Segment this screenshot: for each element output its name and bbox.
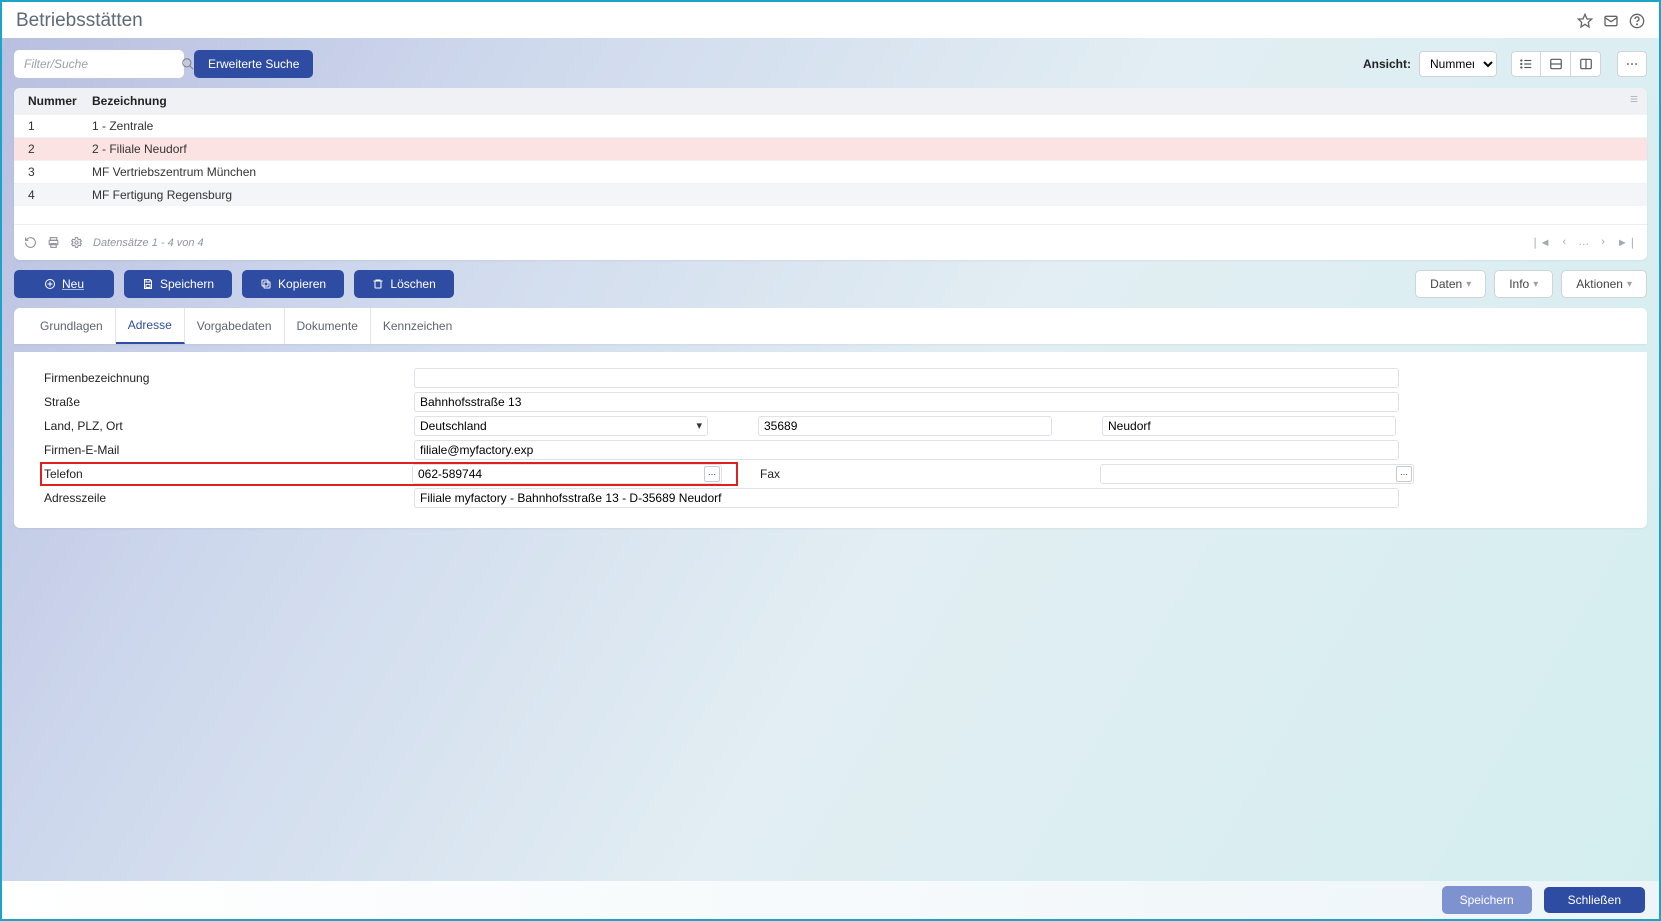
tab-adresse[interactable]: Adresse [116,308,185,344]
more-icon[interactable] [1617,51,1647,77]
label-phone: Telefon [44,467,412,481]
list-bullets-icon[interactable] [1511,51,1541,77]
label-addressline: Adresszeile [44,491,414,505]
chevron-down-icon: ▾ [1627,279,1632,290]
tab-vorgabedaten[interactable]: Vorgabedaten [185,308,285,344]
tab-kennzeichen[interactable]: Kennzeichen [371,308,464,344]
page-first-icon[interactable]: ❘◄ [1530,236,1550,249]
tab-grundlagen[interactable]: Grundlagen [28,308,116,344]
grid-header: Nummer Bezeichnung [14,88,1647,114]
col-header-number[interactable]: Nummer [14,94,92,108]
addressline-field[interactable] [414,488,1399,508]
table-row[interactable]: 1 1 - Zentrale [14,114,1647,137]
extended-search-button[interactable]: Erweiterte Suche [194,50,313,78]
page-next-icon[interactable]: › [1601,236,1605,249]
gear-icon[interactable] [70,236,83,249]
copy-icon [260,278,272,290]
highlight-telefon: Telefon ⋯ [40,462,738,486]
label-street: Straße [44,395,414,409]
city-field[interactable] [1102,416,1396,436]
page-title: Betriebsstätten [16,10,143,32]
view-label: Ansicht: [1363,57,1411,71]
company-field[interactable] [414,368,1399,388]
col-header-bezeichnung[interactable]: Bezeichnung [92,94,1647,108]
search-icon[interactable] [181,57,195,71]
split-horizontal-icon[interactable] [1541,51,1571,77]
label-company: Firmenbezeichnung [44,371,414,385]
country-field[interactable] [414,416,708,436]
footer-save-button[interactable]: Speichern [1442,886,1532,914]
delete-button[interactable]: Löschen [354,270,454,298]
plus-icon [44,278,56,290]
copy-button[interactable]: Kopieren [242,270,344,298]
page-last-icon[interactable]: ►❘ [1617,236,1637,249]
info-dropdown[interactable]: Info▾ [1494,270,1553,298]
trash-icon [372,278,384,290]
search-box[interactable] [14,50,184,78]
table-row[interactable]: 2 2 - Filiale Neudorf [14,137,1647,160]
page-ellipsis-icon[interactable]: … [1578,236,1589,249]
fax-lookup-icon[interactable]: ⋯ [1396,466,1412,482]
label-email: Firmen-E-Mail [44,443,414,457]
new-button[interactable]: Neu [14,270,114,298]
zip-field[interactable] [758,416,1052,436]
phone-lookup-icon[interactable]: ⋯ [704,466,720,482]
record-count: Datensätze 1 - 4 von 4 [93,237,204,249]
email-field[interactable] [414,440,1399,460]
grid-menu-icon[interactable] [1629,92,1639,106]
view-select[interactable]: Nummer [1419,51,1497,77]
street-field[interactable] [414,392,1399,412]
chevron-down-icon: ▾ [1533,279,1538,290]
data-dropdown[interactable]: Daten▾ [1415,270,1486,298]
tab-dokumente[interactable]: Dokumente [285,308,371,344]
refresh-icon[interactable] [24,236,37,249]
print-icon[interactable] [47,236,60,249]
actions-dropdown[interactable]: Aktionen▾ [1561,270,1647,298]
table-row[interactable]: 4 MF Fertigung Regensburg [14,183,1647,206]
save-button[interactable]: Speichern [124,270,232,298]
footer-close-button[interactable]: Schließen [1544,887,1645,913]
help-icon[interactable] [1629,13,1645,29]
split-vertical-icon[interactable] [1571,51,1601,77]
page-prev-icon[interactable]: ‹ [1563,236,1567,249]
star-icon[interactable] [1577,13,1593,29]
label-country-zip-city: Land, PLZ, Ort [44,419,414,433]
search-input[interactable] [22,56,181,72]
fax-field[interactable] [1100,464,1414,484]
label-fax: Fax [760,467,1100,481]
table-row[interactable]: 3 MF Vertriebszentrum München [14,160,1647,183]
phone-field[interactable] [412,464,722,484]
mail-icon[interactable] [1603,13,1619,29]
chevron-down-icon: ▾ [1466,279,1471,290]
save-icon [142,278,154,290]
